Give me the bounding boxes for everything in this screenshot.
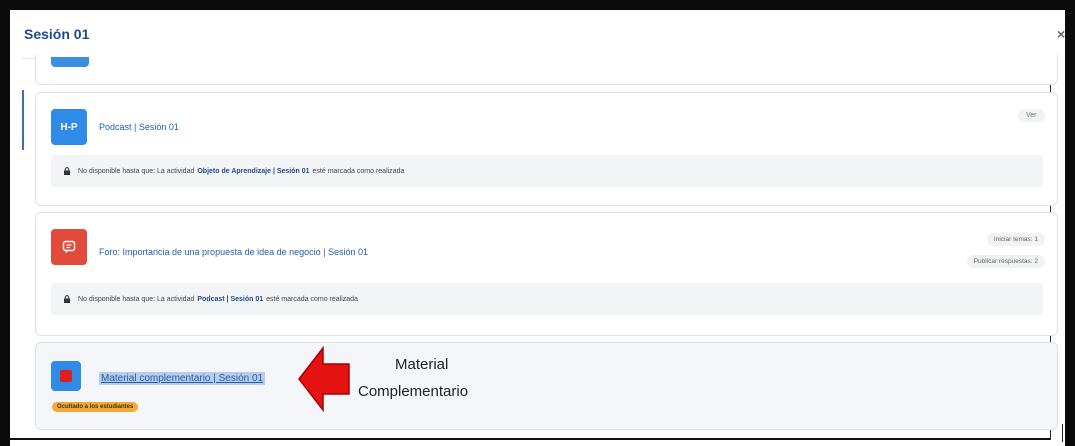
- restriction-suffix: esté marcada como realizada: [266, 295, 358, 303]
- stat-start-topics: Iniciar temas: 1: [986, 233, 1045, 246]
- file-icon-inner: [60, 370, 72, 382]
- left-black-frame: [0, 0, 10, 446]
- activity-card-forum: Foro: Importancia de una propuesta de id…: [35, 212, 1058, 336]
- modal-title: Sesión 01: [24, 26, 90, 42]
- activity-link-material[interactable]: Material complementario | Sesión 01: [99, 372, 266, 385]
- activity-link-podcast[interactable]: Podcast | Sesión 01: [99, 122, 179, 132]
- forum-icon: [51, 229, 87, 265]
- restriction-suffix: esté marcada como realizada: [312, 167, 405, 175]
- lock-icon: [63, 295, 71, 303]
- frame-bottom-edge: [10, 438, 1050, 440]
- lock-icon: [63, 167, 71, 175]
- stat-post-replies: Publicar respuestas: 2: [966, 255, 1045, 268]
- hidden-badge: Ocultado a los estudiantes: [52, 402, 139, 412]
- text-cursor: [1062, 424, 1063, 442]
- annotation-line-2: Complementario: [358, 383, 469, 400]
- restriction-activity-link[interactable]: Podcast | Sesión 01: [197, 296, 263, 303]
- right-black-frame: [1065, 0, 1075, 446]
- annotation-line-1: Material: [395, 356, 449, 373]
- left-accent-bar: [22, 90, 24, 150]
- red-arrow-annotation: [298, 346, 350, 412]
- activity-icon-partial: [51, 57, 89, 67]
- restriction-prefix: No disponible hasta que: La actividad: [78, 167, 195, 175]
- activity-card-previous: [35, 55, 1058, 85]
- restriction-notice: No disponible hasta que: La actividad Ob…: [51, 155, 1043, 187]
- file-icon: [51, 361, 81, 391]
- restriction-notice: No disponible hasta que: La actividad Po…: [51, 283, 1043, 315]
- restriction-activity-link[interactable]: Objeto de Aprendizaje | Sesión 01: [197, 168, 309, 175]
- view-badge[interactable]: Ver: [1018, 109, 1045, 122]
- close-icon[interactable]: ×: [1057, 26, 1065, 42]
- restriction-prefix: No disponible hasta que: La actividad: [78, 295, 195, 303]
- top-black-frame: [0, 0, 1075, 10]
- h5p-icon: H-P: [51, 109, 87, 145]
- activity-link-forum[interactable]: Foro: Importancia de una propuesta de id…: [99, 247, 368, 257]
- activity-card-material: Material complementario | Sesión 01 Ocul…: [35, 342, 1058, 430]
- activity-card-podcast: H-P Podcast | Sesión 01 Ver No disponibl…: [35, 92, 1058, 206]
